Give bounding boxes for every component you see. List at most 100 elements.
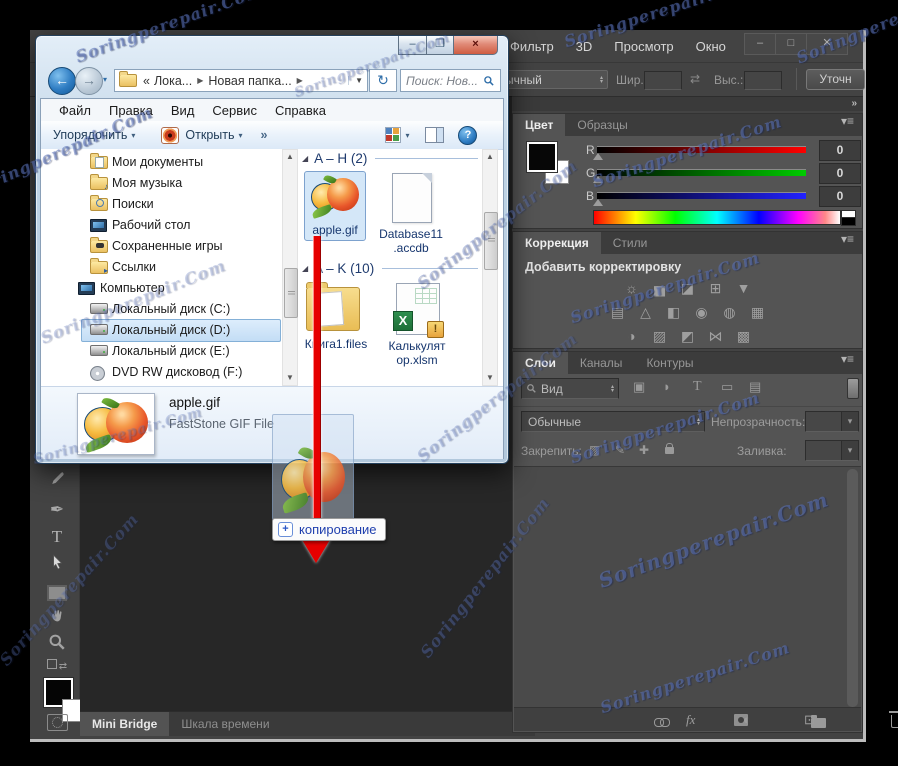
type-tool[interactable]: T (35, 527, 79, 551)
scrollbar-thumb[interactable] (284, 268, 298, 318)
layer-style-icon[interactable]: fx (686, 711, 695, 728)
brightness-contrast-icon[interactable]: ☼ (622, 280, 642, 297)
menu-view[interactable]: Вид (171, 103, 195, 118)
posterize-icon[interactable]: ▨ (650, 328, 670, 345)
slider-thumb[interactable] (593, 199, 603, 206)
tab-layers[interactable]: Слои (513, 352, 568, 374)
breadcrumb-parent[interactable]: Лока... (154, 74, 192, 88)
sidebar-item-saved-games[interactable]: Сохраненные игры (90, 235, 223, 256)
width-input[interactable] (644, 71, 682, 90)
hue-saturation-icon[interactable]: ▤ (608, 304, 628, 321)
views-icon[interactable] (385, 127, 402, 143)
menu-file[interactable]: Файл (59, 103, 91, 118)
tab-mini-bridge[interactable]: Mini Bridge (80, 712, 170, 736)
search-box[interactable]: Поиск: Нов... (400, 69, 501, 92)
selective-color-icon[interactable]: ▩ (734, 328, 754, 345)
menu-view[interactable]: Просмотр (614, 39, 673, 54)
direct-selection-tool[interactable] (35, 553, 79, 577)
panel-menu-icon[interactable]: ▾≡ (841, 114, 862, 136)
layers-list[interactable] (514, 466, 861, 709)
lock-paint-icon[interactable]: ✎ (615, 443, 625, 457)
tab-adjustments[interactable]: Коррекция (513, 232, 601, 254)
tab-color[interactable]: Цвет (513, 114, 566, 136)
opacity-dropdown[interactable]: ▾ (805, 411, 859, 432)
photo-filter-icon[interactable]: ◉ (692, 304, 712, 321)
tab-timeline[interactable]: Шкала времени (169, 712, 281, 736)
tab-channels[interactable]: Каналы (568, 352, 635, 374)
back-button[interactable]: ← (48, 67, 76, 95)
group-expand-icon[interactable]: ◢ (302, 154, 308, 163)
blue-value[interactable]: 0 (819, 186, 861, 207)
color-lookup-icon[interactable]: ▦ (748, 304, 768, 321)
blue-slider[interactable] (597, 192, 806, 199)
zoom-tool[interactable] (35, 633, 79, 657)
black-swatch[interactable] (841, 217, 856, 226)
exposure-icon[interactable]: ⊞ (706, 280, 726, 297)
filter-type-icon[interactable]: T (693, 379, 702, 395)
fill-dropdown[interactable]: ▾ (805, 440, 859, 461)
close-button[interactable]: × (453, 36, 498, 55)
pen-tool[interactable]: ✒ (35, 500, 79, 524)
toolbar-overflow-icon[interactable]: » (261, 128, 268, 142)
link-layers-icon[interactable] (654, 717, 670, 727)
maximize-button[interactable]: □ (775, 33, 806, 55)
sidebar-item-disk-c[interactable]: Локальный диск (C:) (90, 298, 230, 319)
refine-edge-button[interactable]: Уточн (806, 69, 865, 90)
quick-mask-button[interactable] (47, 714, 68, 731)
green-value[interactable]: 0 (819, 163, 861, 184)
swap-colors-icon[interactable]: ⇄ (35, 656, 79, 672)
address-breadcrumb[interactable]: « Лока... ▶ Новая папка... ▶ ▼ (114, 69, 368, 92)
group-header[interactable]: ◢ A – H (2) (302, 151, 478, 166)
lock-transparency-icon[interactable]: ▨ (589, 443, 600, 457)
panel-menu-icon[interactable]: ▾≡ (841, 232, 862, 254)
levels-icon[interactable]: ▅ (650, 280, 670, 297)
hand-tool[interactable] (35, 607, 79, 631)
delete-layer-icon[interactable] (889, 711, 898, 728)
menu-tools[interactable]: Сервис (212, 103, 257, 118)
help-icon[interactable]: ? (458, 125, 478, 145)
preview-pane-icon[interactable] (425, 127, 445, 143)
address-dropdown-icon[interactable]: ▼ (348, 76, 363, 85)
sidebar-item-disk-e[interactable]: Локальный диск (E:) (90, 340, 230, 361)
tab-paths[interactable]: Контуры (634, 352, 705, 374)
views-dropdown-icon[interactable]: ▾ (405, 131, 409, 140)
selection-mode-dropdown[interactable]: ычный ▴ ▾ (500, 70, 608, 89)
forward-button[interactable]: → (75, 67, 103, 95)
collapse-panels-bar[interactable]: » (512, 97, 863, 111)
red-value[interactable]: 0 (819, 140, 861, 161)
layers-scrollbar[interactable] (847, 469, 858, 707)
sidebar-item-desktop[interactable]: Рабочий стол (90, 214, 190, 235)
panel-menu-icon[interactable]: ▾≡ (841, 352, 862, 374)
black-white-icon[interactable]: ◧ (664, 304, 684, 321)
sidebar-item-music[interactable]: ♪ Моя музыка (90, 172, 182, 193)
slider-thumb[interactable] (593, 176, 603, 183)
menu-window[interactable]: Окно (696, 39, 726, 54)
file-list-scrollbar[interactable]: ▲ ▼ (482, 149, 498, 386)
sidebar-item-documents[interactable]: Мои документы (90, 151, 203, 172)
menu-edit[interactable]: Правка (109, 103, 153, 118)
threshold-icon[interactable]: ◩ (678, 328, 698, 345)
lock-all-icon[interactable] (665, 443, 674, 454)
scrollbar-thumb[interactable] (484, 212, 498, 270)
filter-smart-object-icon[interactable]: ▤ (749, 379, 761, 395)
tab-swatches[interactable]: Образцы (565, 114, 639, 136)
organize-button[interactable]: Упорядочить (53, 128, 127, 142)
adjustment-layer-icon[interactable]: ◐ (743, 711, 751, 728)
lock-move-icon[interactable]: ✚ (639, 443, 649, 457)
slider-thumb[interactable] (593, 153, 603, 160)
menu-help[interactable]: Справка (275, 103, 326, 118)
maximize-button[interactable]: ❐ (426, 36, 454, 55)
gradient-map-icon[interactable]: ⋈ (706, 328, 726, 345)
new-layer-icon[interactable]: ⊡ (804, 711, 815, 728)
refresh-button[interactable]: ↻ (369, 69, 397, 92)
red-slider[interactable] (597, 146, 806, 153)
sidebar-item-links[interactable]: ▸ Ссылки (90, 256, 156, 277)
layer-filter-toggle[interactable] (847, 378, 859, 399)
invert-icon[interactable]: ◑ (622, 328, 642, 345)
rectangle-tool[interactable] (35, 585, 79, 609)
blend-mode-dropdown[interactable]: Обычные ▴ ▾ (521, 411, 705, 432)
sidebar-item-computer[interactable]: Компьютер (78, 277, 165, 298)
nav-history-icon[interactable]: ▾ (103, 75, 107, 84)
menu-3d[interactable]: 3D (576, 39, 593, 54)
color-balance-icon[interactable]: △ (636, 304, 656, 321)
